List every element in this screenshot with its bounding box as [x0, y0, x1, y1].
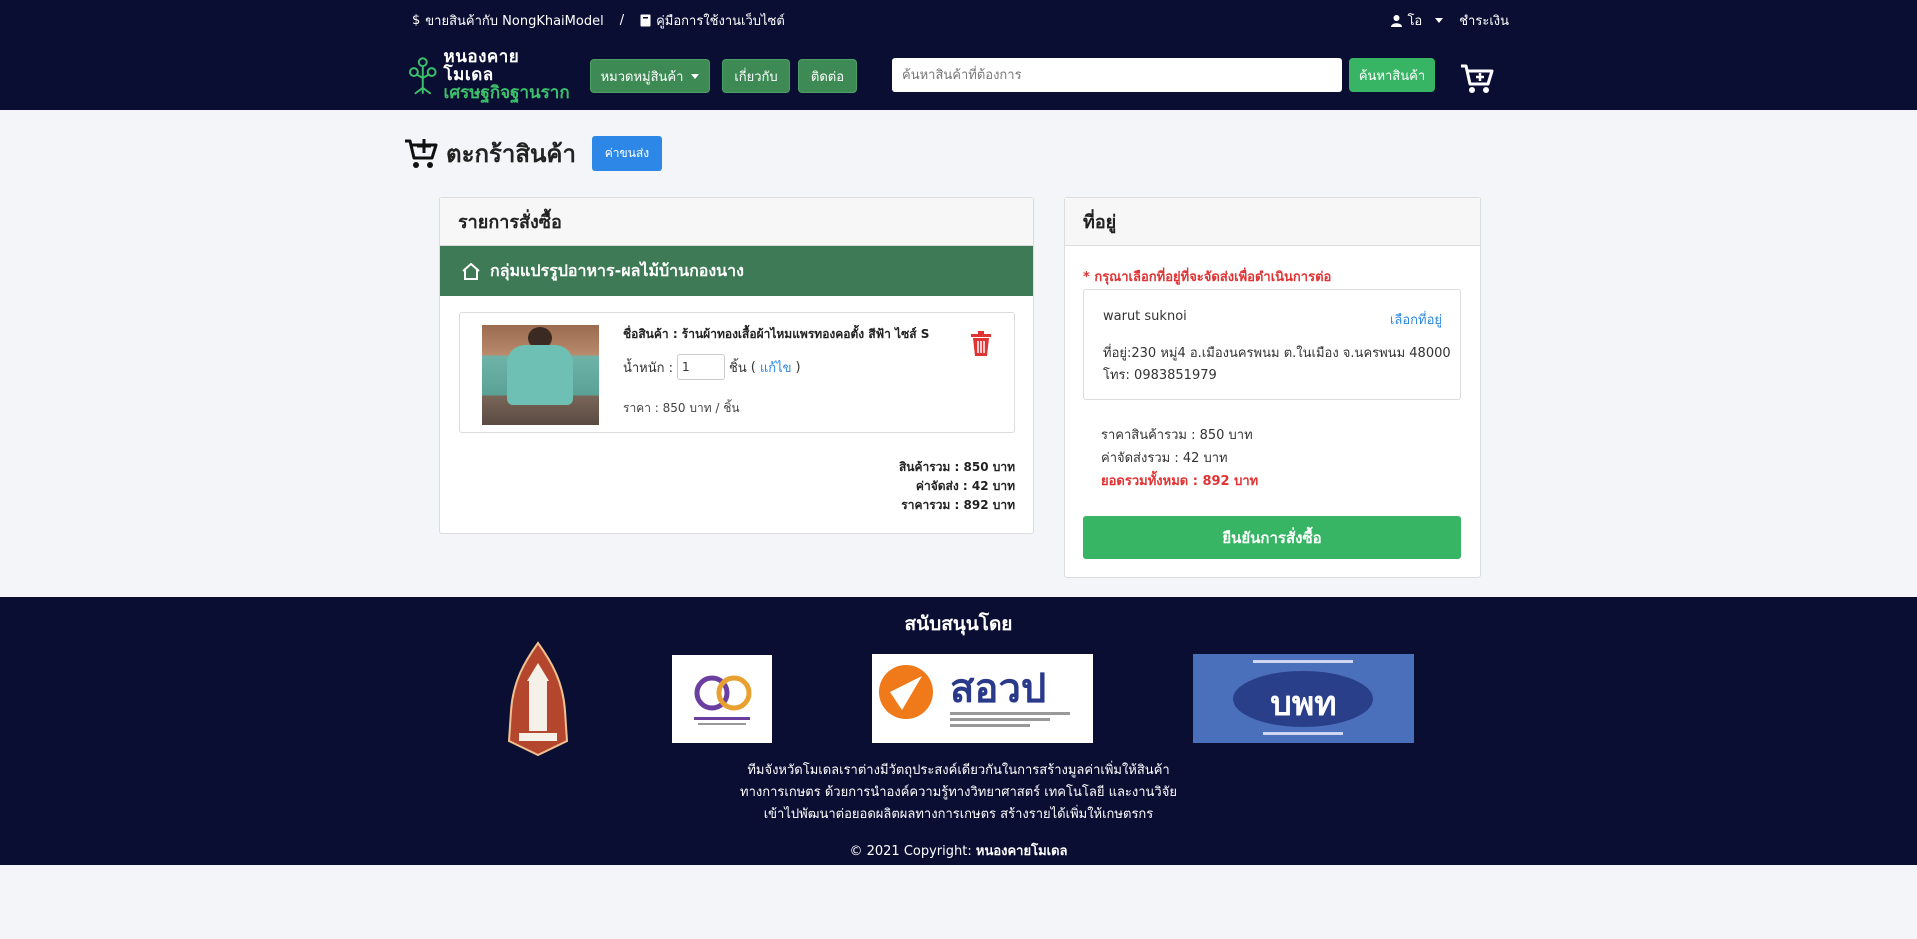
dollar-icon: $ [412, 13, 421, 28]
trash-icon[interactable] [970, 331, 992, 357]
sell-link-label: ขายสินค้ากับ NongKhaiModel [425, 14, 604, 29]
product-total: ราคาสินค้ารวม : 850 บาท [1101, 428, 1253, 443]
edit-link[interactable]: แก้ไข [760, 357, 792, 378]
cart-add-icon [405, 138, 438, 168]
logo-subtitle: เศรษฐกิจฐานราก [443, 82, 570, 103]
address-card-header: ที่อยู่ [1065, 198, 1480, 246]
copyright-brand-link[interactable]: หนองคายโมเดล [976, 844, 1068, 859]
pmu-a-logo: บพท [1193, 654, 1414, 743]
address-phone: โทร: 0983851979 [1103, 368, 1217, 383]
product-image[interactable] [482, 325, 599, 425]
edit-paren-close: ) [795, 359, 801, 375]
product-name: ชื่อสินค้า : ร้านผ้าทองเสื้อผ้าไหมแพรทอง… [623, 327, 930, 341]
site-footer: สนับสนุนโดย สอวป บพท ทีมจังหวัดโมเดลเราต… [0, 597, 1917, 865]
footer-description: ทีมจังหวัดโมเดลเราต่างมีวัตถุประสงค์เดีย… [0, 760, 1917, 826]
footer-text-line: เข้าไปพัฒนาต่อยอดผลิตผลทางการเกษตร สร้าง… [763, 807, 1154, 822]
quantity-input[interactable] [677, 354, 726, 380]
user-menu[interactable]: โอ [1391, 10, 1444, 31]
address-card: ที่อยู่ * กรุณาเลือกที่อยู่ที่จะจัดส่งเพ… [1064, 197, 1481, 578]
category-button-label: หมวดหมู่สินค้า [600, 69, 684, 85]
site-header: $ ขายสินค้ากับ NongKhaiModel / คู่มือการ… [0, 0, 1917, 110]
about-button[interactable]: เกี่ยวกับ [722, 59, 790, 93]
chevron-down-icon [691, 73, 700, 79]
user-area: โอ ชำระเงิน [1391, 10, 1509, 31]
footer-text-line: ทีมจังหวัดโมเดลเราต่างมีวัตถุประสงค์เดีย… [747, 763, 1170, 778]
copyright: © 2021 Copyright: หนองคายโมเดล [0, 840, 1917, 861]
address-box: warut suknoi เลือกที่อยู่ ที่อยู่:230 หม… [1083, 289, 1461, 400]
manual-link-label: คู่มือการใช้งานเว็บไซต์ [656, 14, 785, 29]
category-dropdown-button[interactable]: หมวดหมู่สินค้า [590, 59, 710, 93]
product-price: ราคา : 850 บาท / ชิ้น [623, 401, 740, 415]
select-address-link[interactable]: เลือกที่อยู่ [1390, 309, 1442, 330]
page-title: ตะกร้าสินค้า [446, 140, 576, 168]
shop-name: กลุ่มแปรรูปอาหาร-ผลไม้บ้านกองนาง [490, 260, 744, 280]
summary-shipping: ค่าจัดส่ง : 42 บาท [915, 479, 1015, 493]
shipping-cost-button[interactable]: ค่าขนส่ง [591, 136, 662, 171]
search-button[interactable]: ค้นหาสินค้า [1349, 58, 1435, 92]
ohec-logo-text: สอวป [950, 666, 1047, 712]
confirm-order-button[interactable]: ยืนยันการสั่งซื้อ [1083, 516, 1461, 559]
page-title-row: ตะกร้าสินค้า ค่าขนส่ง [404, 134, 662, 173]
sponsor-title: สนับสนุนโดย [904, 613, 1013, 635]
top-links: $ ขายสินค้ากับ NongKhaiModel / คู่มือการ… [412, 10, 785, 31]
copyright-prefix: © 2021 Copyright: [849, 844, 972, 859]
footer-text-line: ทางการเกษตร ด้วยการนำองค์ความรู้ทางวิทยา… [740, 785, 1177, 800]
grand-total: ยอดรวมทั้งหมด : 892 บาท [1101, 474, 1259, 489]
page-bottom-spacer [0, 865, 1917, 939]
chevron-down-icon [1435, 18, 1444, 23]
book-icon [640, 14, 651, 27]
address-totals: ราคาสินค้ารวม : 850 บาท ค่าจัดส่งรวม : 4… [1101, 424, 1258, 493]
search-input[interactable] [892, 58, 1342, 92]
order-card-header: รายการสั่งซื้อ [440, 198, 1033, 246]
order-summary: สินค้ารวม : 850 บาท ค่าจัดส่ง : 42 บาท ร… [899, 458, 1015, 515]
anniversary-logo [672, 655, 772, 743]
logo-title: หนองคาย โมเดล [443, 47, 520, 86]
shop-bar: กลุ่มแปรรูปอาหาร-ผลไม้บ้านกองนาง [440, 246, 1033, 296]
separator: / [619, 13, 625, 28]
shipping-total: ค่าจัดส่งรวม : 42 บาท [1101, 451, 1228, 466]
manual-link[interactable]: คู่มือการใช้งานเว็บไซต์ [640, 10, 785, 31]
ohec-logo: สอวป [872, 654, 1093, 743]
logo-plant-icon [408, 57, 437, 95]
unit-label: ชิ้น [729, 360, 747, 376]
university-seal-logo [507, 641, 569, 757]
weight-row: น้ำหนัก : ชิ้น ( แก้ไข ) [623, 354, 801, 380]
cart-icon[interactable] [1460, 62, 1494, 96]
site-logo[interactable]: หนองคาย โมเดล เศรษฐกิจฐานราก [406, 48, 574, 102]
cart-item: ชื่อสินค้า : ร้านผ้าทองเสื้อผ้าไหมแพรทอง… [459, 312, 1015, 433]
address-warning: * กรุณาเลือกที่อยู่ที่จะจัดส่งเพื่อดำเนิ… [1083, 270, 1332, 285]
summary-total: ราคารวม : 892 บาท [901, 498, 1015, 512]
payment-link[interactable]: ชำระเงิน [1459, 10, 1509, 31]
summary-subtotal: สินค้ารวม : 850 บาท [898, 460, 1015, 474]
edit-paren-open: ( [750, 359, 756, 375]
weight-label: น้ำหนัก : [623, 360, 674, 376]
order-card: รายการสั่งซื้อ กลุ่มแปรรูปอาหาร-ผลไม้บ้า… [439, 197, 1034, 534]
sell-link[interactable]: $ ขายสินค้ากับ NongKhaiModel [412, 10, 604, 31]
pmu-a-logo-text: บพท [1270, 684, 1337, 724]
user-name: โอ [1407, 14, 1423, 29]
home-icon [462, 262, 480, 280]
user-icon [1391, 14, 1403, 27]
address-line: ที่อยู่:230 หมู่4 อ.เมืองนครพนม ต.ในเมือ… [1103, 346, 1451, 361]
recipient-name: warut suknoi [1103, 309, 1187, 324]
contact-button[interactable]: ติดต่อ [798, 59, 857, 93]
